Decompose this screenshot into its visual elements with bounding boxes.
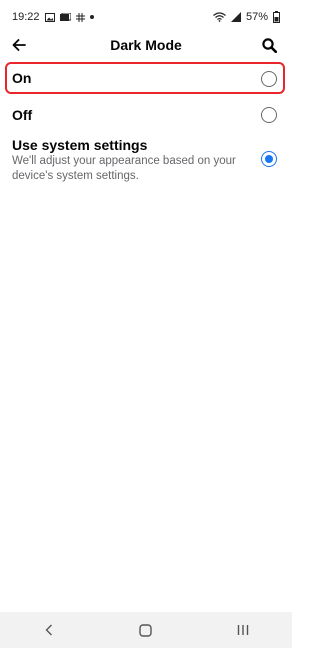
option-off-label: Off bbox=[12, 107, 33, 123]
media-icon bbox=[59, 12, 71, 21]
battery-percent: 57% bbox=[245, 11, 268, 23]
option-system-label: Use system settings bbox=[12, 137, 148, 153]
option-on[interactable]: On bbox=[0, 62, 292, 96]
status-left: 19:22 bbox=[12, 11, 94, 23]
option-system-radio[interactable] bbox=[261, 151, 277, 167]
option-system-description: We'll adjust your appearance based on yo… bbox=[12, 155, 236, 182]
arrow-left-icon bbox=[12, 39, 26, 51]
hashtag-icon bbox=[75, 12, 85, 22]
search-button[interactable] bbox=[259, 34, 279, 56]
option-system-settings[interactable]: Use system settings We'll adjust your ap… bbox=[0, 136, 292, 188]
page-title: Dark Mode bbox=[110, 37, 182, 53]
status-time: 19:22 bbox=[12, 11, 40, 23]
home-nav-icon bbox=[139, 623, 153, 637]
notification-dot bbox=[89, 15, 94, 19]
option-on-label: On bbox=[12, 70, 32, 86]
app-header: Dark Mode bbox=[0, 34, 292, 56]
option-on-radio[interactable] bbox=[261, 71, 277, 87]
back-nav-icon bbox=[45, 624, 52, 636]
wifi-icon bbox=[213, 12, 226, 22]
gallery-icon bbox=[44, 12, 55, 22]
signal-icon bbox=[230, 12, 241, 22]
option-off[interactable]: Off bbox=[0, 102, 292, 128]
screen: 19:22 57% Dark Mode On Off Use system se… bbox=[0, 0, 292, 648]
nav-back-button[interactable] bbox=[29, 615, 69, 645]
battery-icon bbox=[273, 11, 280, 23]
system-nav-bar bbox=[0, 612, 292, 648]
nav-recents-button[interactable] bbox=[223, 615, 263, 645]
highlight-box bbox=[5, 62, 285, 94]
search-icon bbox=[261, 37, 277, 53]
back-button[interactable] bbox=[9, 34, 29, 56]
recents-nav-icon bbox=[238, 625, 249, 635]
nav-home-button[interactable] bbox=[126, 615, 166, 645]
status-right: 57% bbox=[213, 11, 280, 23]
status-bar: 19:22 57% bbox=[0, 0, 292, 34]
option-off-radio[interactable] bbox=[261, 107, 277, 123]
